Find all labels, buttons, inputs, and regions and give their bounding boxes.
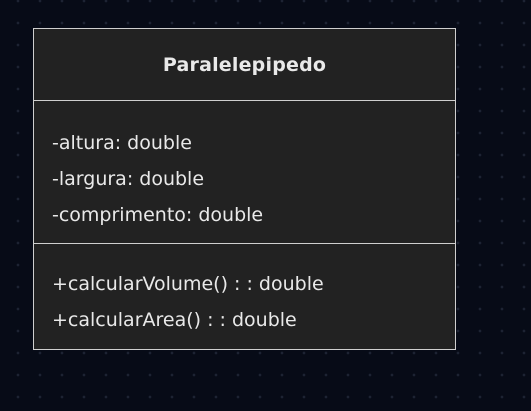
- method-calcular-volume: +calcularVolume() : : double: [52, 273, 324, 295]
- uml-class-box[interactable]: Paralelepipedo -altura: double -largura:…: [33, 28, 456, 350]
- attribute-largura: -largura: double: [52, 168, 205, 190]
- class-header: Paralelepipedo: [34, 29, 455, 101]
- attribute-altura: -altura: double: [52, 132, 192, 154]
- class-name: Paralelepipedo: [162, 53, 327, 76]
- attributes-section: -altura: double -largura: double -compri…: [34, 101, 455, 244]
- methods-section: +calcularVolume() : : double +calcularAr…: [34, 244, 455, 338]
- method-calcular-area: +calcularArea() : : double: [52, 309, 297, 331]
- attribute-comprimento: -comprimento: double: [52, 204, 264, 226]
